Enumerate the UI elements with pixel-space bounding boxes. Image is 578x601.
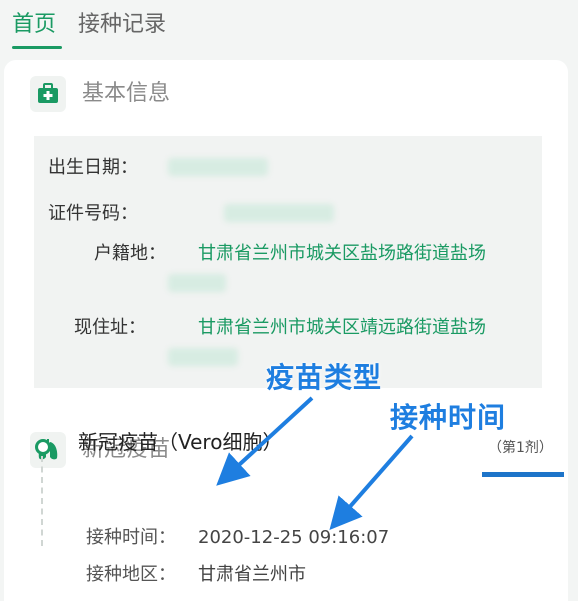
vaccine-type-arrow	[216, 396, 314, 486]
vaccination-time-arrow	[329, 434, 414, 531]
annotation-arrows	[216, 396, 414, 531]
page: 首页 接种记录 基本信息 出生日期： 证件号码： 户籍地： 甘肃省兰州市城关区盐…	[0, 0, 578, 601]
